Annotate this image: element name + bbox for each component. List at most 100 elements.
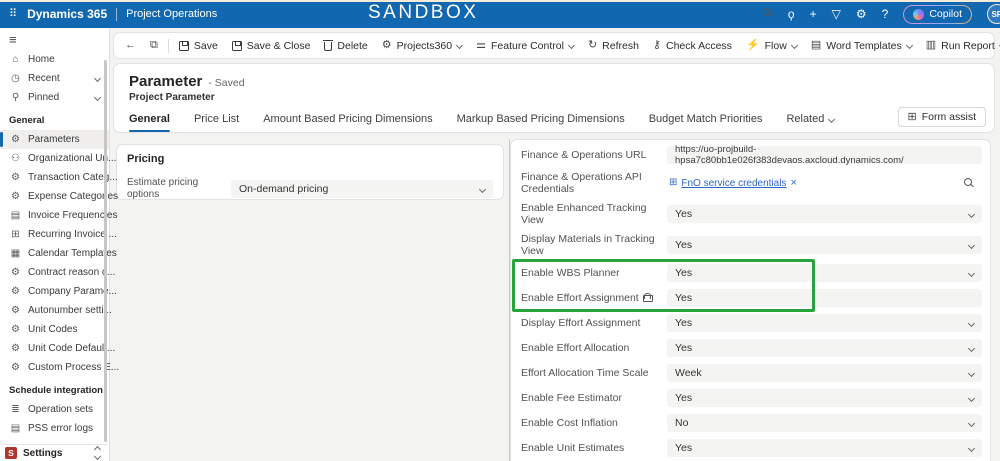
sidebar-item-transaction-categ[interactable]: ⚙Transaction Categ... <box>0 168 109 187</box>
gear-icon: ⚙ <box>9 325 22 335</box>
sidebar-item-organizational-un[interactable]: ⚇Organizational Un... <box>0 149 109 168</box>
word-templates-button[interactable]: ▤Word Templates <box>804 35 919 56</box>
page-title: Parameter <box>129 73 202 90</box>
tab-markup-based-pricing-dimensions[interactable]: Markup Based Pricing Dimensions <box>457 108 625 132</box>
settings-button[interactable]: ⚙ <box>856 8 867 20</box>
tab-budget-match-priorities[interactable]: Budget Match Priorities <box>649 108 763 132</box>
check-access-button[interactable]: ⚷Check Access <box>646 35 739 56</box>
waffle-icon[interactable]: ⠿ <box>9 9 18 20</box>
command-label: Flow <box>765 40 787 52</box>
sidebar-item-custom-process-e[interactable]: ⚙Custom Process E... <box>0 358 109 377</box>
help-icon: ? <box>882 8 889 20</box>
field-label: Enable Fee Estimator <box>521 392 667 404</box>
add-icon: + <box>810 8 817 20</box>
tab-price-list[interactable]: Price List <box>194 108 239 132</box>
enable-effort-assignment-dropdown[interactable]: Yes <box>667 289 982 307</box>
enable-cost-inflation-dropdown[interactable]: No <box>667 414 982 432</box>
help-button[interactable]: ? <box>882 8 889 20</box>
idea-button[interactable]: ϙ <box>788 8 795 20</box>
tab-general[interactable]: General <box>129 108 170 132</box>
chevron-down-icon <box>968 369 975 376</box>
copilot-button[interactable]: Copilot <box>903 5 972 24</box>
enable-fee-estimator-dropdown[interactable]: Yes <box>667 389 982 407</box>
open-in-new-window-button[interactable]: ⧉ <box>143 35 165 56</box>
sidebar-item-autonumber-setti[interactable]: ⚙Autonumber setti... <box>0 301 109 320</box>
sidebar-item-calendar-templates[interactable]: ▦Calendar Templates <box>0 244 109 263</box>
add-button[interactable]: + <box>810 8 817 20</box>
effort-allocation-time-scale-dropdown[interactable]: Week <box>667 364 982 382</box>
run-report-button[interactable]: ▥Run Report <box>919 35 1000 56</box>
sidebar-group-schedule-integration: Schedule integration <box>0 377 109 400</box>
grid-icon: ⊞ <box>669 178 677 188</box>
sidebar-item-unit-code-default[interactable]: ⚙Unit Code Default... <box>0 339 109 358</box>
brand-title[interactable]: Dynamics 365 <box>27 7 107 21</box>
estimate-pricing-options-dropdown[interactable]: On-demand pricing <box>231 180 493 198</box>
tab-related[interactable]: Related <box>786 108 834 132</box>
enable-enhanced-tracking-view-field: Enable Enhanced Tracking ViewYes <box>521 202 982 226</box>
copilot-icon <box>913 9 924 20</box>
projects360-button[interactable]: ⚙Projects360 <box>375 35 469 56</box>
finance-operations-api-credentials-lookup[interactable]: ⊞ FnO service credentials × <box>667 174 982 192</box>
feature-control-button[interactable]: ⚌Feature Control <box>469 35 581 56</box>
display-materials-in-tracking-view-dropdown[interactable]: Yes <box>667 236 982 254</box>
enable-unit-estimates-field: Enable Unit EstimatesYes <box>521 439 982 457</box>
topbar-divider <box>116 8 117 21</box>
display-effort-assignment-dropdown[interactable]: Yes <box>667 314 982 332</box>
tab-label: Amount Based Pricing Dimensions <box>263 113 432 125</box>
form-assist-button[interactable]: ⊞ Form assist <box>898 107 986 127</box>
delete-icon <box>324 42 332 51</box>
chevron-down-icon <box>568 42 575 49</box>
save-close-button[interactable]: Save & Close <box>225 35 318 56</box>
remove-icon[interactable]: × <box>790 178 796 189</box>
pin-icon: ⚲ <box>9 93 22 103</box>
sidebar-item-operation-sets[interactable]: ≣Operation sets <box>0 400 109 419</box>
chevron-down-icon <box>968 444 975 451</box>
sidebar-item-contract-reason-c[interactable]: ⚙Contract reason c... <box>0 263 109 282</box>
flow-button[interactable]: ⚡Flow <box>739 35 804 56</box>
back-button[interactable]: ← <box>118 35 143 56</box>
chevron-down-icon <box>968 394 975 401</box>
save-status: - Saved <box>208 77 244 89</box>
sidebar-item-parameters[interactable]: ⚙Parameters <box>0 130 109 149</box>
sidebar-scrollbar[interactable] <box>104 60 107 442</box>
chevron-down-icon <box>968 241 975 248</box>
mag-icon <box>964 178 974 188</box>
hamburger-menu-icon[interactable]: ≡ <box>0 28 109 50</box>
sidebar-item-recent[interactable]: ◷Recent <box>0 69 109 88</box>
sidebar-item-pinned[interactable]: ⚲Pinned <box>0 88 109 107</box>
enable-unit-estimates-dropdown[interactable]: Yes <box>667 439 982 457</box>
area-switcher[interactable]: S Settings <box>0 444 108 461</box>
enable-effort-allocation-dropdown[interactable]: Yes <box>667 339 982 357</box>
field-value: No <box>675 417 688 429</box>
sidebar-item-expense-categories[interactable]: ⚙Expense Categories <box>0 187 109 206</box>
section-title: Pricing <box>127 153 493 165</box>
filter-button[interactable]: ▽ <box>832 8 841 20</box>
enable-wbs-planner-dropdown[interactable]: Yes <box>667 264 982 282</box>
sidebar-item-recurring-invoice[interactable]: ⊞Recurring Invoice ... <box>0 225 109 244</box>
sidebar-item-label: Home <box>28 54 55 65</box>
sidebar-item-invoice-frequencies[interactable]: ▤Invoice Frequencies <box>0 206 109 225</box>
sidebar-item-home[interactable]: ⌂Home <box>0 50 109 69</box>
refresh-button[interactable]: ↻Refresh <box>581 35 646 56</box>
doc-icon: ▤ <box>9 424 22 434</box>
save-button[interactable]: Save <box>172 35 225 56</box>
save-close-icon <box>232 41 242 51</box>
sidebar-item-pss-error-logs[interactable]: ▤PSS error logs <box>0 419 109 438</box>
gear-icon: ⚙ <box>9 306 22 316</box>
command-label: Save & Close <box>247 40 311 52</box>
finance-operations-url-text[interactable]: https://uo-projbuild-hpsa7c80bb1e026f383… <box>667 146 982 164</box>
form-assist-icon: ⊞ <box>908 112 917 123</box>
sidebar-item-company-parame[interactable]: ⚙Company Parame... <box>0 282 109 301</box>
app-name[interactable]: Project Operations <box>126 8 217 20</box>
delete-button[interactable]: Delete <box>317 35 374 56</box>
tab-amount-based-pricing-dimensions[interactable]: Amount Based Pricing Dimensions <box>263 108 432 132</box>
lookup-record-link[interactable]: FnO service credentials <box>681 178 786 189</box>
field-label: Enable Unit Estimates <box>521 442 667 454</box>
sidebar-item-unit-codes[interactable]: ⚙Unit Codes <box>0 320 109 339</box>
command-label: Refresh <box>602 40 639 52</box>
enable-enhanced-tracking-view-dropdown[interactable]: Yes <box>667 205 982 223</box>
field-label: Finance & Operations API Credentials <box>521 171 667 195</box>
search-button[interactable] <box>763 8 773 20</box>
display-effort-assignment-field: Display Effort AssignmentYes <box>521 314 982 332</box>
avatar[interactable]: SR <box>987 4 1000 24</box>
